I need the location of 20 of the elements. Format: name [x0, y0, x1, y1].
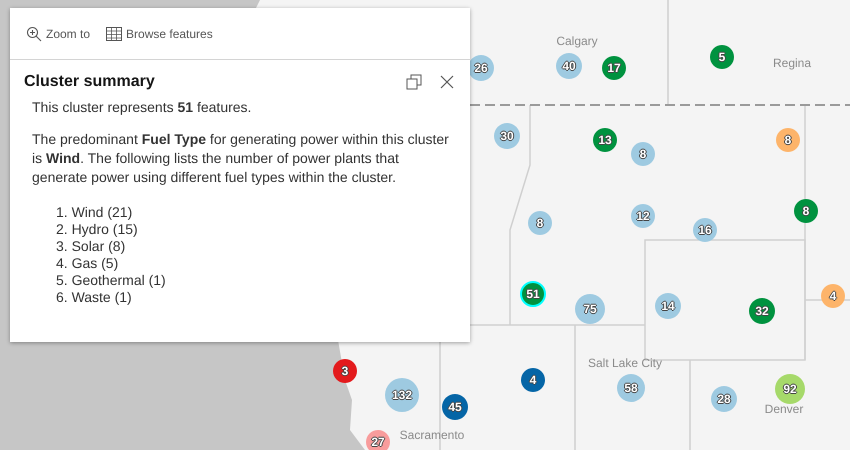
city-label: Denver [764, 402, 804, 416]
fuel-type-item: 4. Gas (5) [56, 255, 120, 272]
popup-title: Cluster summary [24, 73, 156, 91]
action-button[interactable]: Zoom to [26, 24, 90, 44]
fuel-type-item: 2. Hydro (15) [56, 221, 139, 238]
action-button[interactable]: Browse features [106, 24, 213, 42]
fuel-type-item: 6. Waste (1) [56, 289, 133, 306]
summary-paragraph: This cluster represents 51 features. [32, 98, 252, 117]
city-label: Sacramento [400, 428, 464, 442]
close-button[interactable] [438, 73, 456, 91]
fuel-type-item: 1. Wind (21) [56, 204, 134, 221]
city-label: Calgary [556, 34, 598, 48]
table-icon [106, 26, 122, 40]
summary-paragraph: The predominant Fuel Type for generating power within this cluster is Wind. The following lists the number of power plants that generate power using different fuel types within the cluster. [32, 130, 450, 187]
fuel-type-item: 3. Solar (8) [56, 238, 126, 255]
city-label: Salt Lake City [588, 356, 662, 370]
fuel-type-item: 5. Geothermal (1) [56, 272, 167, 289]
city-label: Regina [772, 56, 812, 70]
dock-button[interactable] [404, 72, 424, 92]
zoom-in-icon [26, 26, 42, 42]
